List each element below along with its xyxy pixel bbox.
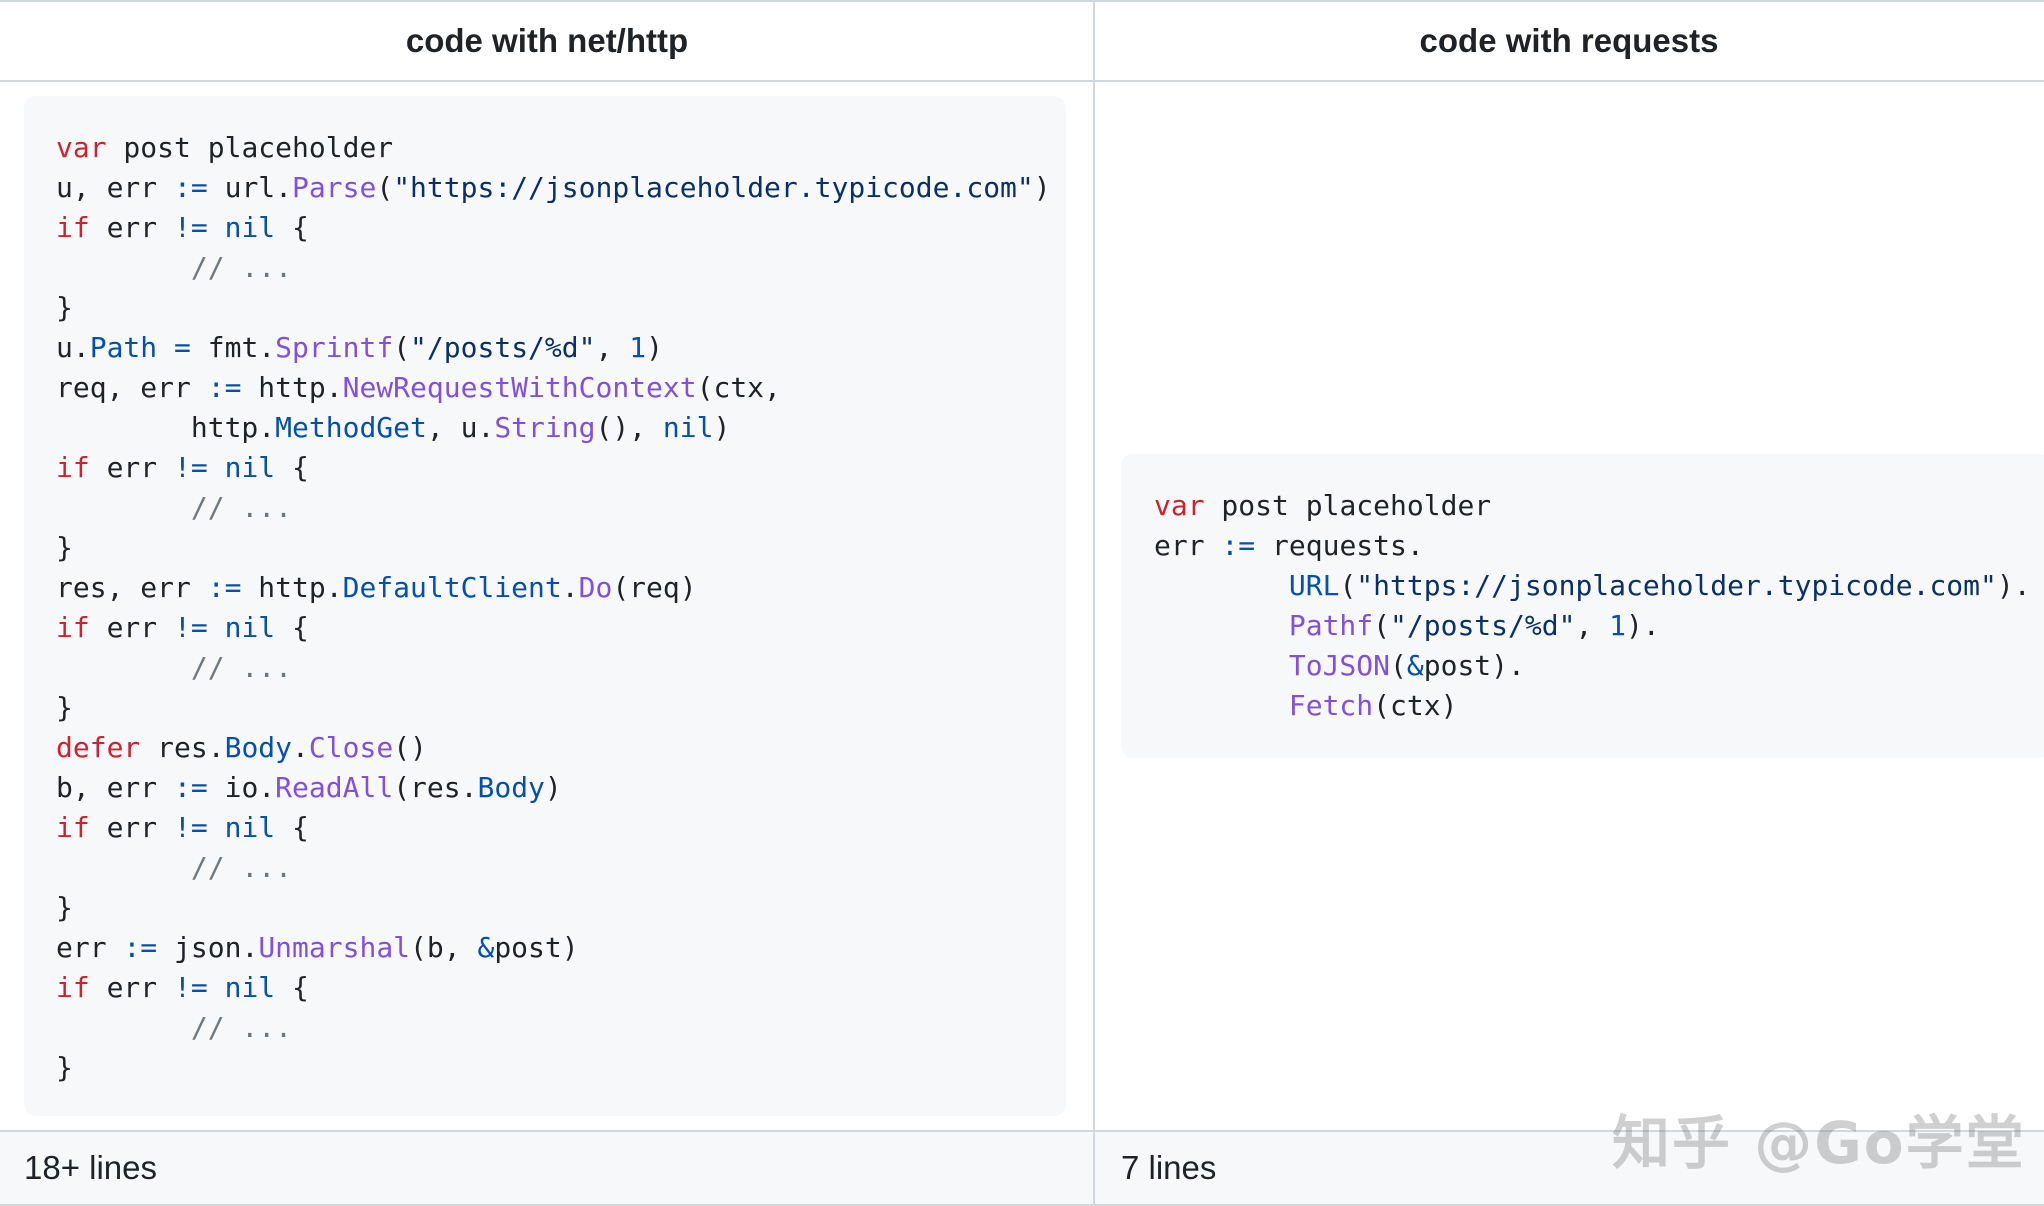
code-line: u, err := url.Parse("https://jsonplaceho… [56, 171, 1051, 204]
code-line: Pathf("/posts/%d", 1). [1288, 609, 1660, 642]
code-line: b, err := io.ReadAll(res.Body) [56, 771, 562, 804]
code-line: defer res.Body.Close() [56, 731, 427, 764]
code-line: } [56, 691, 73, 724]
code-line: // ... [190, 651, 293, 684]
column-header-requests: code with requests [1094, 2, 2044, 82]
code-line: if err != nil { [56, 211, 309, 244]
code-line: var post placeholder [1154, 489, 1492, 522]
code-line: err := requests. [1154, 529, 1424, 562]
code-line: if err != nil { [56, 611, 309, 644]
code-block-requests[interactable]: var post placeholder err := requests. URL… [1121, 454, 2044, 758]
code-line: // ... [190, 251, 293, 284]
comparison-table: code with net/http code with requests va… [0, 0, 2044, 1206]
code-line: http.MethodGet, u.String(), nil) [190, 411, 731, 444]
code-line: // ... [190, 851, 293, 884]
column-divider [1093, 2, 1095, 1206]
code-line: var post placeholder [56, 131, 394, 164]
code-line: res, err := http.DefaultClient.Do(req) [56, 571, 697, 604]
code-line: // ... [190, 1011, 293, 1044]
code-line: ToJSON(&post). [1288, 649, 1525, 682]
column-header-net-http: code with net/http [0, 2, 1094, 82]
code-line: if err != nil { [56, 811, 309, 844]
code-line: } [56, 291, 73, 324]
code-line: } [56, 531, 73, 564]
line-count-net-http: 18+ lines [0, 1130, 1093, 1206]
code-line: } [56, 1051, 73, 1084]
code-line: err := json.Unmarshal(b, &post) [56, 931, 579, 964]
code-line: URL("https://jsonplaceholder.typicode.co… [1288, 569, 2031, 602]
watermark: 知乎 @Go学堂 [1612, 1109, 2026, 1177]
code-line: req, err := http.NewRequestWithContext(c… [56, 371, 781, 404]
code-block-net-http[interactable]: var post placeholder u, err := url.Parse(… [24, 96, 1066, 1116]
code-line: } [56, 891, 73, 924]
code-line: // ... [190, 491, 293, 524]
code-line: Fetch(ctx) [1288, 689, 1458, 722]
code-line: if err != nil { [56, 451, 309, 484]
code-line: if err != nil { [56, 971, 309, 1004]
code-line: u.Path = fmt.Sprintf("/posts/%d", 1) [56, 331, 663, 364]
